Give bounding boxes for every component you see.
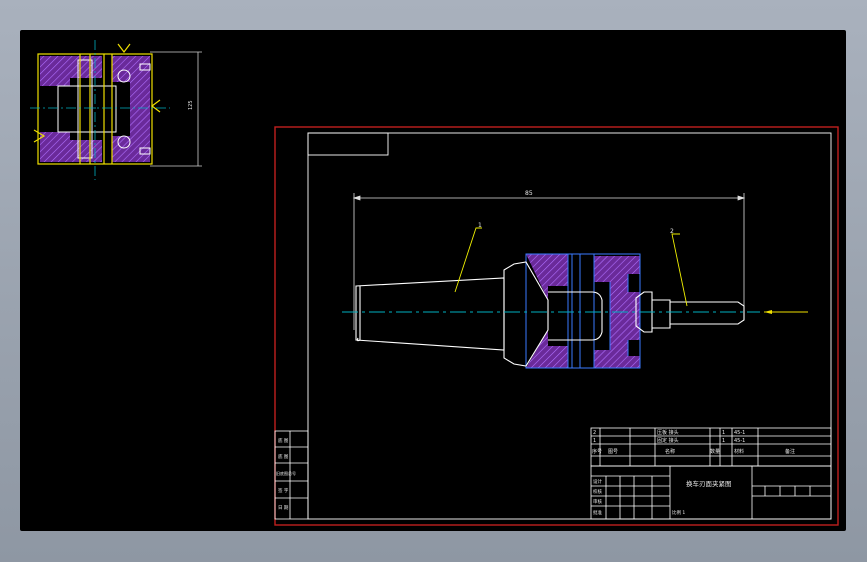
part-row-name: 固定 接头 xyxy=(657,437,679,444)
part-row-no: 1 xyxy=(593,438,596,444)
header-code: 图号 xyxy=(608,449,618,455)
leader-part-2 xyxy=(671,233,688,307)
left-strip-label: 底 图 xyxy=(278,453,289,460)
overall-length-label: 85 xyxy=(525,190,533,197)
title-block xyxy=(590,427,832,520)
balloon-part-2: 2 xyxy=(670,228,674,235)
detail-hatch-tl xyxy=(40,56,70,86)
sign-row-label: 设计 xyxy=(593,478,602,485)
clamp-body xyxy=(525,253,641,369)
part-row-qty: 1 xyxy=(722,438,725,444)
leader-part-1 xyxy=(454,227,482,293)
part-row-no: 2 xyxy=(593,430,596,436)
part-row-material: 45-1 xyxy=(734,430,745,436)
part-row-material: 45-1 xyxy=(734,438,745,444)
header-serial: 序号 xyxy=(592,448,602,455)
left-strip-label: 签 字 xyxy=(278,487,289,494)
sign-row-label: 审核 xyxy=(593,498,602,505)
drawing-title: 换车刃面夹紧图 xyxy=(686,479,732,488)
detail-view: 125 xyxy=(30,40,202,180)
balloon-part-1: 1 xyxy=(478,222,482,229)
svg-text:125: 125 xyxy=(188,100,194,110)
cad-viewport[interactable]: 125 底 图 底 图 旧底图总号 签 字 日 期 85 1 2 2 压板 接头… xyxy=(20,30,846,531)
detail-hatch-bl xyxy=(40,132,70,162)
sign-row-label: 校核 xyxy=(593,488,602,495)
header-material: 材料 xyxy=(734,448,744,455)
sign-row-label: 批准 xyxy=(593,509,602,516)
left-strip-label: 旧底图总号 xyxy=(276,470,296,476)
part-row-name: 压板 接头 xyxy=(657,429,679,436)
header-remark: 备注 xyxy=(785,448,795,455)
part-row-qty: 1 xyxy=(722,430,725,436)
left-strip-label: 日 期 xyxy=(278,505,289,511)
header-name: 名称 xyxy=(665,448,675,455)
inner-frame xyxy=(307,132,832,520)
header-qty: 数量 xyxy=(710,448,720,455)
left-strip-label: 底 图 xyxy=(278,437,289,444)
cad-drawing: 125 底 图 底 图 旧底图总号 签 字 日 期 85 1 2 2 压板 接头… xyxy=(30,40,839,526)
scale-note: 比例 1 xyxy=(672,509,685,516)
